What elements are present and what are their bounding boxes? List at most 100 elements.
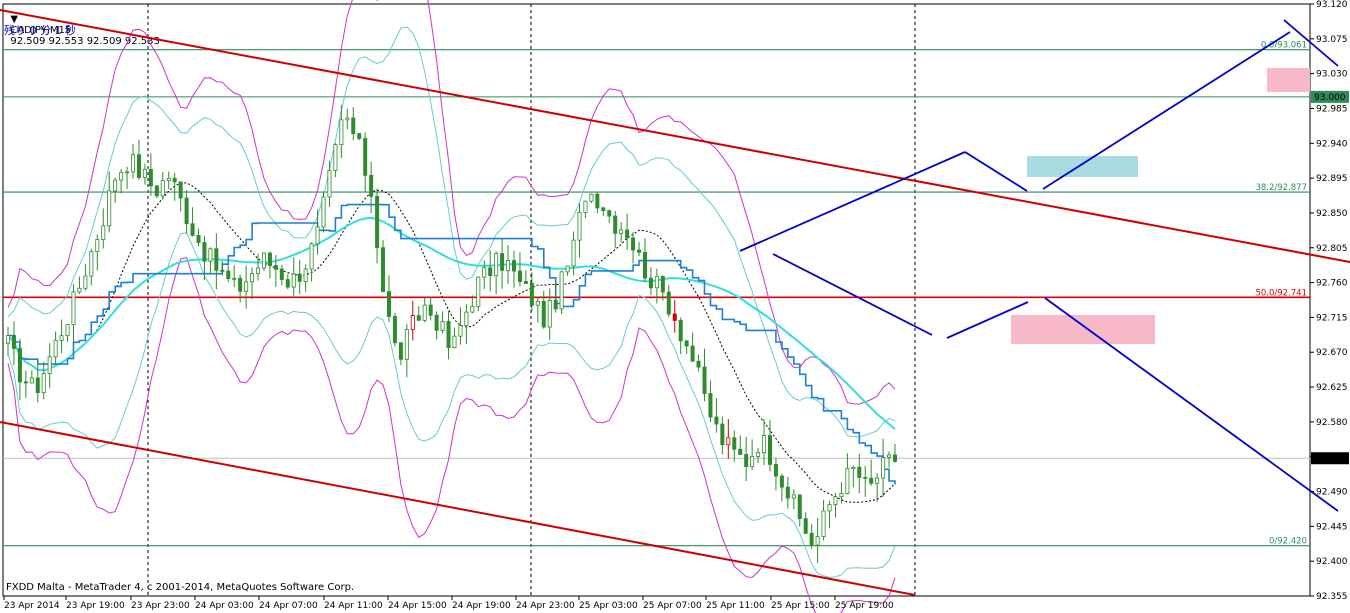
- y-tick-label: 92.850: [1316, 209, 1348, 219]
- candle-body: [779, 475, 784, 488]
- candle-body: [351, 117, 356, 135]
- candle-body: [666, 291, 671, 315]
- candle-body: [631, 237, 636, 251]
- x-tick-label: 25 Apr 11:00: [706, 601, 765, 611]
- candle-body: [220, 269, 225, 272]
- candle-body: [702, 366, 707, 394]
- candle-body: [214, 248, 219, 271]
- candle-body: [488, 267, 493, 277]
- x-tick-label: 25 Apr 07:00: [643, 601, 702, 611]
- x-tick-label: 24 Apr 11:00: [324, 601, 383, 611]
- candle-body: [238, 277, 243, 292]
- price-zone: [1267, 68, 1310, 92]
- candle-body: [381, 247, 386, 292]
- candle-body: [65, 324, 70, 337]
- candle-body: [315, 226, 320, 245]
- candle-body: [303, 268, 308, 282]
- forecast-line: [1042, 31, 1291, 190]
- forecast-layer: [739, 19, 1339, 512]
- candle-body: [369, 174, 374, 197]
- candle-body: [512, 260, 517, 272]
- candle-body: [422, 304, 427, 321]
- candle-body: [750, 456, 755, 467]
- bollinger-upper-outer: [7, 0, 896, 405]
- price-chart[interactable]: 0.0/93.06138.2/92.87750.0/92.7410/92.420…: [0, 0, 1350, 613]
- y-tick-label: 92.805: [1316, 244, 1348, 254]
- candle-body: [809, 532, 814, 546]
- y-tick-label: 92.580: [1316, 418, 1348, 428]
- candle-body: [791, 494, 796, 499]
- candle-body: [762, 435, 767, 454]
- current-price-text: 92.533: [1314, 454, 1346, 464]
- candles-layer: [6, 104, 898, 563]
- candle-body: [321, 196, 326, 228]
- candle-body: [744, 454, 749, 467]
- candle-body: [333, 144, 338, 171]
- candle-body: [756, 452, 761, 457]
- candle-body: [327, 170, 332, 198]
- channel-trendline: [0, 421, 916, 596]
- candle-body: [547, 300, 552, 328]
- forecast-line: [772, 253, 933, 336]
- candle-body: [613, 215, 618, 234]
- y-tick-label: 92.490: [1316, 488, 1348, 498]
- candle-body: [41, 373, 46, 394]
- x-tick-label: 24 Apr 07:00: [259, 601, 318, 611]
- candle-body: [678, 319, 683, 342]
- candle-body: [619, 229, 624, 234]
- candle-body: [523, 281, 528, 284]
- bollinger-upper-inner: [7, 26, 896, 438]
- candle-body: [642, 251, 647, 279]
- candle-body: [6, 335, 11, 344]
- zones-layer: [1011, 68, 1310, 344]
- candle-body: [434, 314, 439, 331]
- x-tick-label: 25 Apr 15:00: [771, 601, 830, 611]
- fib-level-label: 0/92.420: [1269, 537, 1307, 547]
- slow-moving-average: [7, 216, 896, 430]
- x-tick-label: 24 Apr 19:00: [452, 601, 511, 611]
- y-tick-label: 92.895: [1316, 174, 1348, 184]
- candle-body: [208, 248, 213, 262]
- indicator-layer: [7, 0, 896, 613]
- candle-body: [357, 133, 362, 139]
- candle-body: [202, 242, 207, 262]
- y-tick-label: 92.445: [1316, 522, 1348, 532]
- candle-body: [553, 300, 558, 310]
- candle-body: [83, 275, 88, 289]
- candle-body: [696, 360, 701, 368]
- candle-body: [571, 239, 576, 267]
- candle-body: [559, 271, 564, 310]
- candle-body: [35, 377, 40, 394]
- candle-body: [893, 454, 898, 462]
- candle-body: [672, 313, 677, 321]
- candle-body: [875, 477, 880, 484]
- candle-body: [386, 291, 391, 317]
- candle-body: [494, 253, 499, 277]
- candle-body: [535, 300, 540, 306]
- candle-body: [827, 504, 832, 512]
- candle-body: [136, 154, 141, 178]
- candle-body: [261, 252, 266, 269]
- candle-body: [77, 287, 82, 293]
- candle-body: [71, 291, 76, 325]
- x-tick-label: 24 Apr 15:00: [388, 601, 447, 611]
- candle-body: [767, 435, 772, 465]
- fib-level-label: 38.2/92.877: [1255, 183, 1307, 193]
- candle-body: [345, 117, 350, 121]
- candle-body: [416, 315, 421, 321]
- candle-body: [339, 119, 344, 146]
- candle-body: [410, 315, 415, 330]
- candle-body: [131, 154, 136, 173]
- candle-body: [476, 276, 481, 307]
- candle-body: [89, 251, 94, 277]
- candle-body: [148, 168, 153, 187]
- candle-body: [589, 193, 594, 202]
- y-tick-label: 92.355: [1316, 592, 1348, 602]
- candle-body: [291, 273, 296, 288]
- candle-body: [601, 207, 606, 211]
- candle-body: [577, 212, 582, 241]
- candle-body: [738, 448, 743, 455]
- candle-body: [279, 268, 284, 280]
- bollinger-lower-outer: [7, 257, 896, 613]
- candle-body: [29, 377, 34, 384]
